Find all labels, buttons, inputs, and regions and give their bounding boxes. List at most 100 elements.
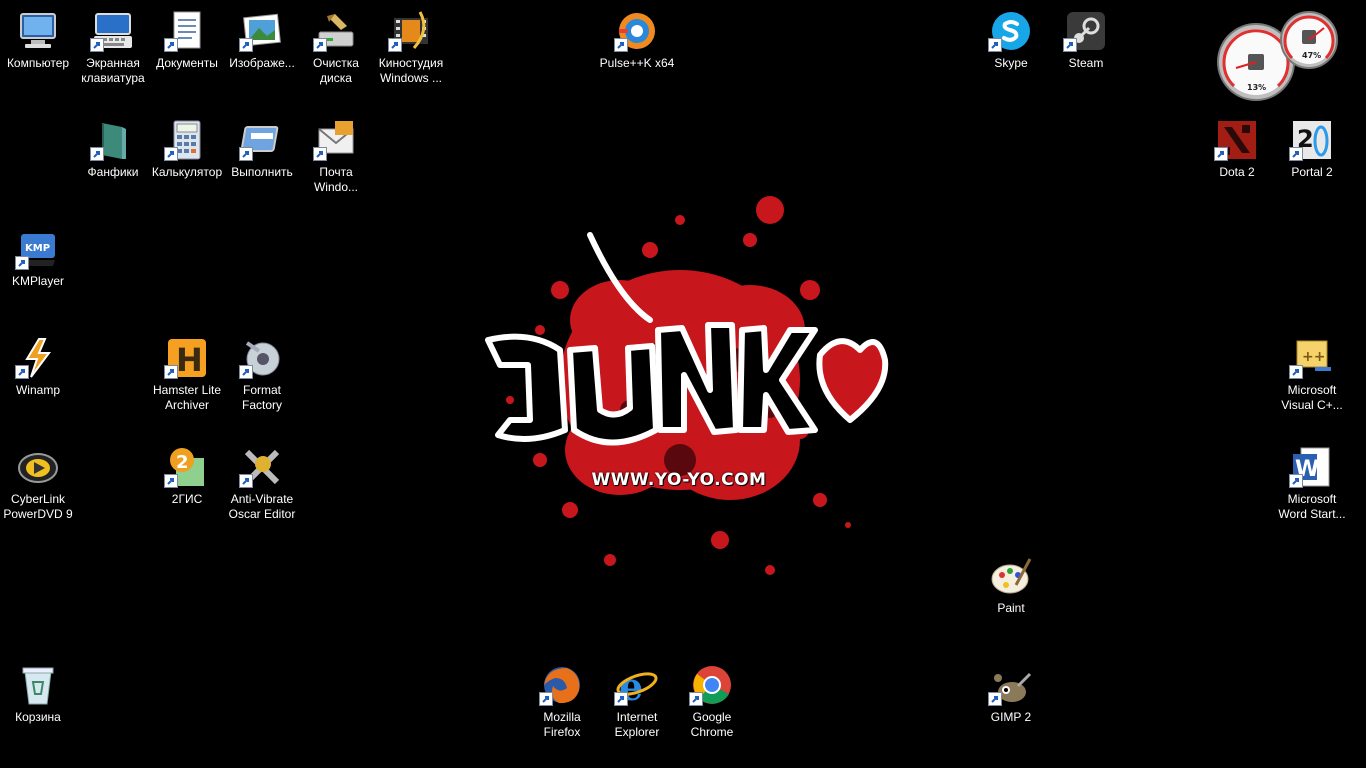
desktop-icon-label: Paint — [997, 601, 1025, 615]
desktop-icon-moviemaker[interactable]: Киностудия Windows ... — [373, 4, 449, 104]
shortcut-arrow-icon — [988, 38, 1002, 52]
desktop-icon-label: Экранная клавиатура — [81, 56, 145, 85]
shortcut-arrow-icon — [239, 38, 253, 52]
movie-maker-icon — [388, 10, 432, 52]
desktop-icon-paint[interactable]: Paint — [973, 549, 1049, 649]
desktop-icon-documents[interactable]: Документы — [149, 4, 225, 104]
desktop-icon-label: Google Chrome — [690, 710, 734, 739]
shortcut-arrow-icon — [313, 147, 327, 161]
shortcut-arrow-icon — [1289, 365, 1303, 379]
desktop-icon-vcpp[interactable]: ++ Microsoft Visual C+... — [1274, 331, 1350, 431]
desktop-icon-label: KMPlayer — [11, 274, 64, 288]
shortcut-arrow-icon — [689, 692, 703, 706]
desktop-icon-label: Компьютер — [6, 56, 70, 70]
desktop-icon-cleanup[interactable]: Очистка диска — [298, 4, 374, 104]
desktop-icon-fanfiki[interactable]: Фанфики — [75, 113, 151, 213]
format-factory-icon — [239, 337, 283, 379]
shortcut-arrow-icon — [313, 38, 327, 52]
shortcut-arrow-icon — [1214, 147, 1228, 161]
desktop-icon-label: Выполнить — [231, 165, 293, 179]
desktop-icon-label: CyberLink PowerDVD 9 — [3, 492, 73, 521]
shortcut-arrow-icon — [90, 38, 104, 52]
cpu-meter-gadget[interactable]: 13% 47% — [1214, 8, 1344, 104]
2gis-icon: 2 — [164, 446, 208, 488]
desktop-icon-mail[interactable]: Почта Windo... — [298, 113, 374, 213]
shortcut-arrow-icon — [164, 147, 178, 161]
desktop-icon-powerdvd[interactable]: CyberLink PowerDVD 9 — [0, 440, 76, 540]
winamp-icon — [15, 337, 59, 379]
desktop-icon-pulse[interactable]: Pulse++K x64 — [599, 4, 675, 104]
calculator-icon — [164, 119, 208, 161]
desktop-icon-calc[interactable]: Калькулятор — [149, 113, 225, 213]
wallpaper-url-text: WWW.YO-YO.COM — [591, 470, 767, 490]
shortcut-arrow-icon — [239, 474, 253, 488]
desktop-icon-computer[interactable]: Компьютер — [0, 4, 76, 104]
powerdvd-icon — [17, 446, 59, 488]
cpu-percent: 13% — [1247, 83, 1267, 92]
steam-icon — [1063, 10, 1107, 52]
desktop-icon-hamster[interactable]: H Hamster Lite Archiver — [149, 331, 225, 431]
ram-percent: 47% — [1302, 51, 1322, 60]
desktop-icon-dota[interactable]: Dota 2 — [1199, 113, 1275, 213]
shortcut-arrow-icon — [1289, 147, 1303, 161]
desktop-icon-winamp[interactable]: Winamp — [0, 331, 76, 431]
svg-text:KMP: KMP — [25, 243, 50, 254]
desktop-icon-label: Steam — [1068, 56, 1104, 70]
desktop-icon-label: Microsoft Visual C+... — [1281, 383, 1343, 412]
desktop-icon-steam[interactable]: Steam — [1048, 4, 1124, 104]
desktop-icon-gimp[interactable]: GIMP 2 — [973, 658, 1049, 758]
firefox-icon — [539, 664, 583, 706]
desktop-icon-label: 2ГИС — [171, 492, 203, 506]
shortcut-arrow-icon — [1063, 38, 1077, 52]
desktop-icon-images[interactable]: Изображе... — [224, 4, 300, 104]
dota-icon — [1214, 119, 1258, 161]
desktop[interactable]: WWW.YO-YO.COM 13% 47% Компьютер Экранная … — [0, 0, 1366, 768]
desktop-icon-kmplayer[interactable]: KMP KMPlayer — [0, 222, 76, 322]
recycle-bin-icon — [17, 664, 59, 706]
shortcut-arrow-icon — [164, 474, 178, 488]
svg-text:2: 2 — [176, 452, 189, 473]
desktop-icon-label: Winamp — [15, 383, 60, 397]
desktop-icon-format[interactable]: Format Factory — [224, 331, 300, 431]
desktop-icon-run[interactable]: Выполнить — [224, 113, 300, 213]
shortcut-arrow-icon — [164, 38, 178, 52]
documents-icon — [164, 10, 208, 52]
word-icon: W — [1289, 446, 1333, 488]
portal-icon: 2 — [1289, 119, 1333, 161]
shortcut-arrow-icon — [539, 692, 553, 706]
shortcut-arrow-icon — [15, 256, 29, 270]
desktop-icon-ie[interactable]: e Internet Explorer — [599, 658, 675, 758]
desktop-icon-label: Документы — [156, 56, 218, 70]
desktop-icon-firefox[interactable]: Mozilla Firefox — [524, 658, 600, 758]
ie-icon: e — [614, 664, 658, 706]
disk-cleanup-icon — [313, 10, 357, 52]
shortcut-arrow-icon — [15, 365, 29, 379]
desktop-icon-chrome[interactable]: Google Chrome — [674, 658, 750, 758]
gimp-icon — [988, 664, 1032, 706]
wallpaper-graffiti — [485, 196, 889, 575]
desktop-icon-word[interactable]: W Microsoft Word Start... — [1274, 440, 1350, 540]
desktop-icon-2gis[interactable]: 2 2ГИС — [149, 440, 225, 540]
desktop-icon-recycle[interactable]: Корзина — [0, 658, 76, 758]
run-icon — [239, 119, 283, 161]
paint-icon — [990, 555, 1032, 597]
desktop-icon-label: Portal 2 — [1291, 165, 1333, 179]
desktop-icon-label: Корзина — [15, 710, 61, 724]
desktop-icon-antivibrate[interactable]: Anti-Vibrate Oscar Editor — [224, 440, 300, 540]
desktop-icon-osk[interactable]: Экранная клавиатура — [75, 4, 151, 104]
chrome-icon — [689, 664, 733, 706]
shortcut-arrow-icon — [90, 147, 104, 161]
desktop-icon-label: Format Factory — [241, 383, 282, 412]
desktop-icon-label: Калькулятор — [151, 165, 223, 179]
desktop-icon-label: Anti-Vibrate Oscar Editor — [228, 492, 296, 521]
desktop-icon-label: Очистка диска — [313, 56, 359, 85]
pulse-icon — [614, 10, 658, 52]
visual-cpp-icon: ++ — [1289, 337, 1333, 379]
mail-icon — [313, 119, 357, 161]
desktop-icon-label: Hamster Lite Archiver — [152, 383, 222, 412]
desktop-icon-skype[interactable]: Skype — [973, 4, 1049, 104]
oscar-icon — [239, 446, 283, 488]
svg-text:H: H — [176, 341, 203, 379]
desktop-icon-portal[interactable]: 2 Portal 2 — [1274, 113, 1350, 213]
keyboard-icon — [90, 10, 134, 52]
